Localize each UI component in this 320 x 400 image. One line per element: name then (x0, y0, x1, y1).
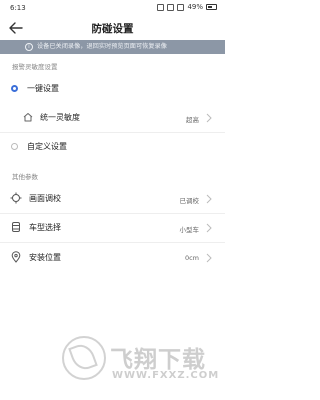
title-bar: 防碰设置 (0, 16, 225, 40)
signal-icon (167, 3, 175, 11)
status-time: 6:13 (10, 4, 26, 12)
picture-calibration-row[interactable]: 画面调校 已调校 (0, 188, 225, 210)
chevron-right-icon (206, 113, 212, 123)
install-position-row[interactable]: 安装位置 0cm (0, 247, 225, 269)
car-type-icon (12, 222, 20, 232)
info-icon: i (25, 43, 33, 51)
crosshair-icon (10, 192, 22, 204)
chevron-right-icon (206, 223, 212, 233)
section-header-sensitivity: 报警灵敏度设置 (12, 63, 58, 71)
unified-sensitivity-value: 超高 (186, 116, 199, 124)
unified-sensitivity-row[interactable]: 统一灵敏度 超高 (0, 107, 225, 129)
watermark-title: 飞翔下载 (110, 347, 206, 373)
watermark: 飞翔下载 WWW.FXXZ.COM (62, 336, 222, 388)
custom-setting-row[interactable]: 自定义设置 (0, 136, 225, 158)
notice-bar: i 设备已关闭录像，退回实时预览页面可恢复录像 (0, 40, 225, 54)
car-type-value: 小型车 (179, 226, 200, 234)
notice-text: 设备已关闭录像，退回实时预览页面可恢复录像 (37, 43, 167, 50)
divider (0, 242, 225, 243)
home-icon (23, 113, 33, 122)
chevron-right-icon (206, 253, 212, 263)
battery-icon (206, 4, 217, 10)
install-position-value: 0cm (184, 254, 199, 262)
divider (0, 213, 225, 214)
radio-selected-icon[interactable] (11, 85, 18, 92)
install-position-label: 安装位置 (29, 253, 61, 262)
status-icons: 49% (157, 3, 217, 11)
car-type-label: 车型选择 (29, 223, 61, 232)
one-key-setting-label: 一键设置 (27, 84, 59, 93)
divider (0, 132, 225, 133)
chevron-right-icon (206, 194, 212, 204)
radio-unselected-icon[interactable] (11, 143, 18, 150)
car-type-row[interactable]: 车型选择 小型车 (0, 217, 225, 239)
one-key-setting-row[interactable]: 一键设置 (0, 78, 225, 100)
section-header-other: 其他参数 (12, 173, 38, 181)
watermark-url: WWW.FXXZ.COM (112, 370, 220, 381)
picture-calibration-label: 画面调校 (29, 194, 61, 203)
custom-setting-label: 自定义设置 (27, 142, 67, 151)
status-bar: 6:13 49% (0, 0, 225, 16)
picture-calibration-value: 已调校 (179, 197, 200, 205)
vibrate-icon (157, 3, 165, 11)
location-pin-icon (11, 251, 21, 263)
unified-sensitivity-label: 统一灵敏度 (40, 113, 80, 122)
wifi-icon (177, 3, 185, 11)
page-title: 防碰设置 (91, 23, 134, 35)
battery-percent: 49% (187, 3, 203, 11)
